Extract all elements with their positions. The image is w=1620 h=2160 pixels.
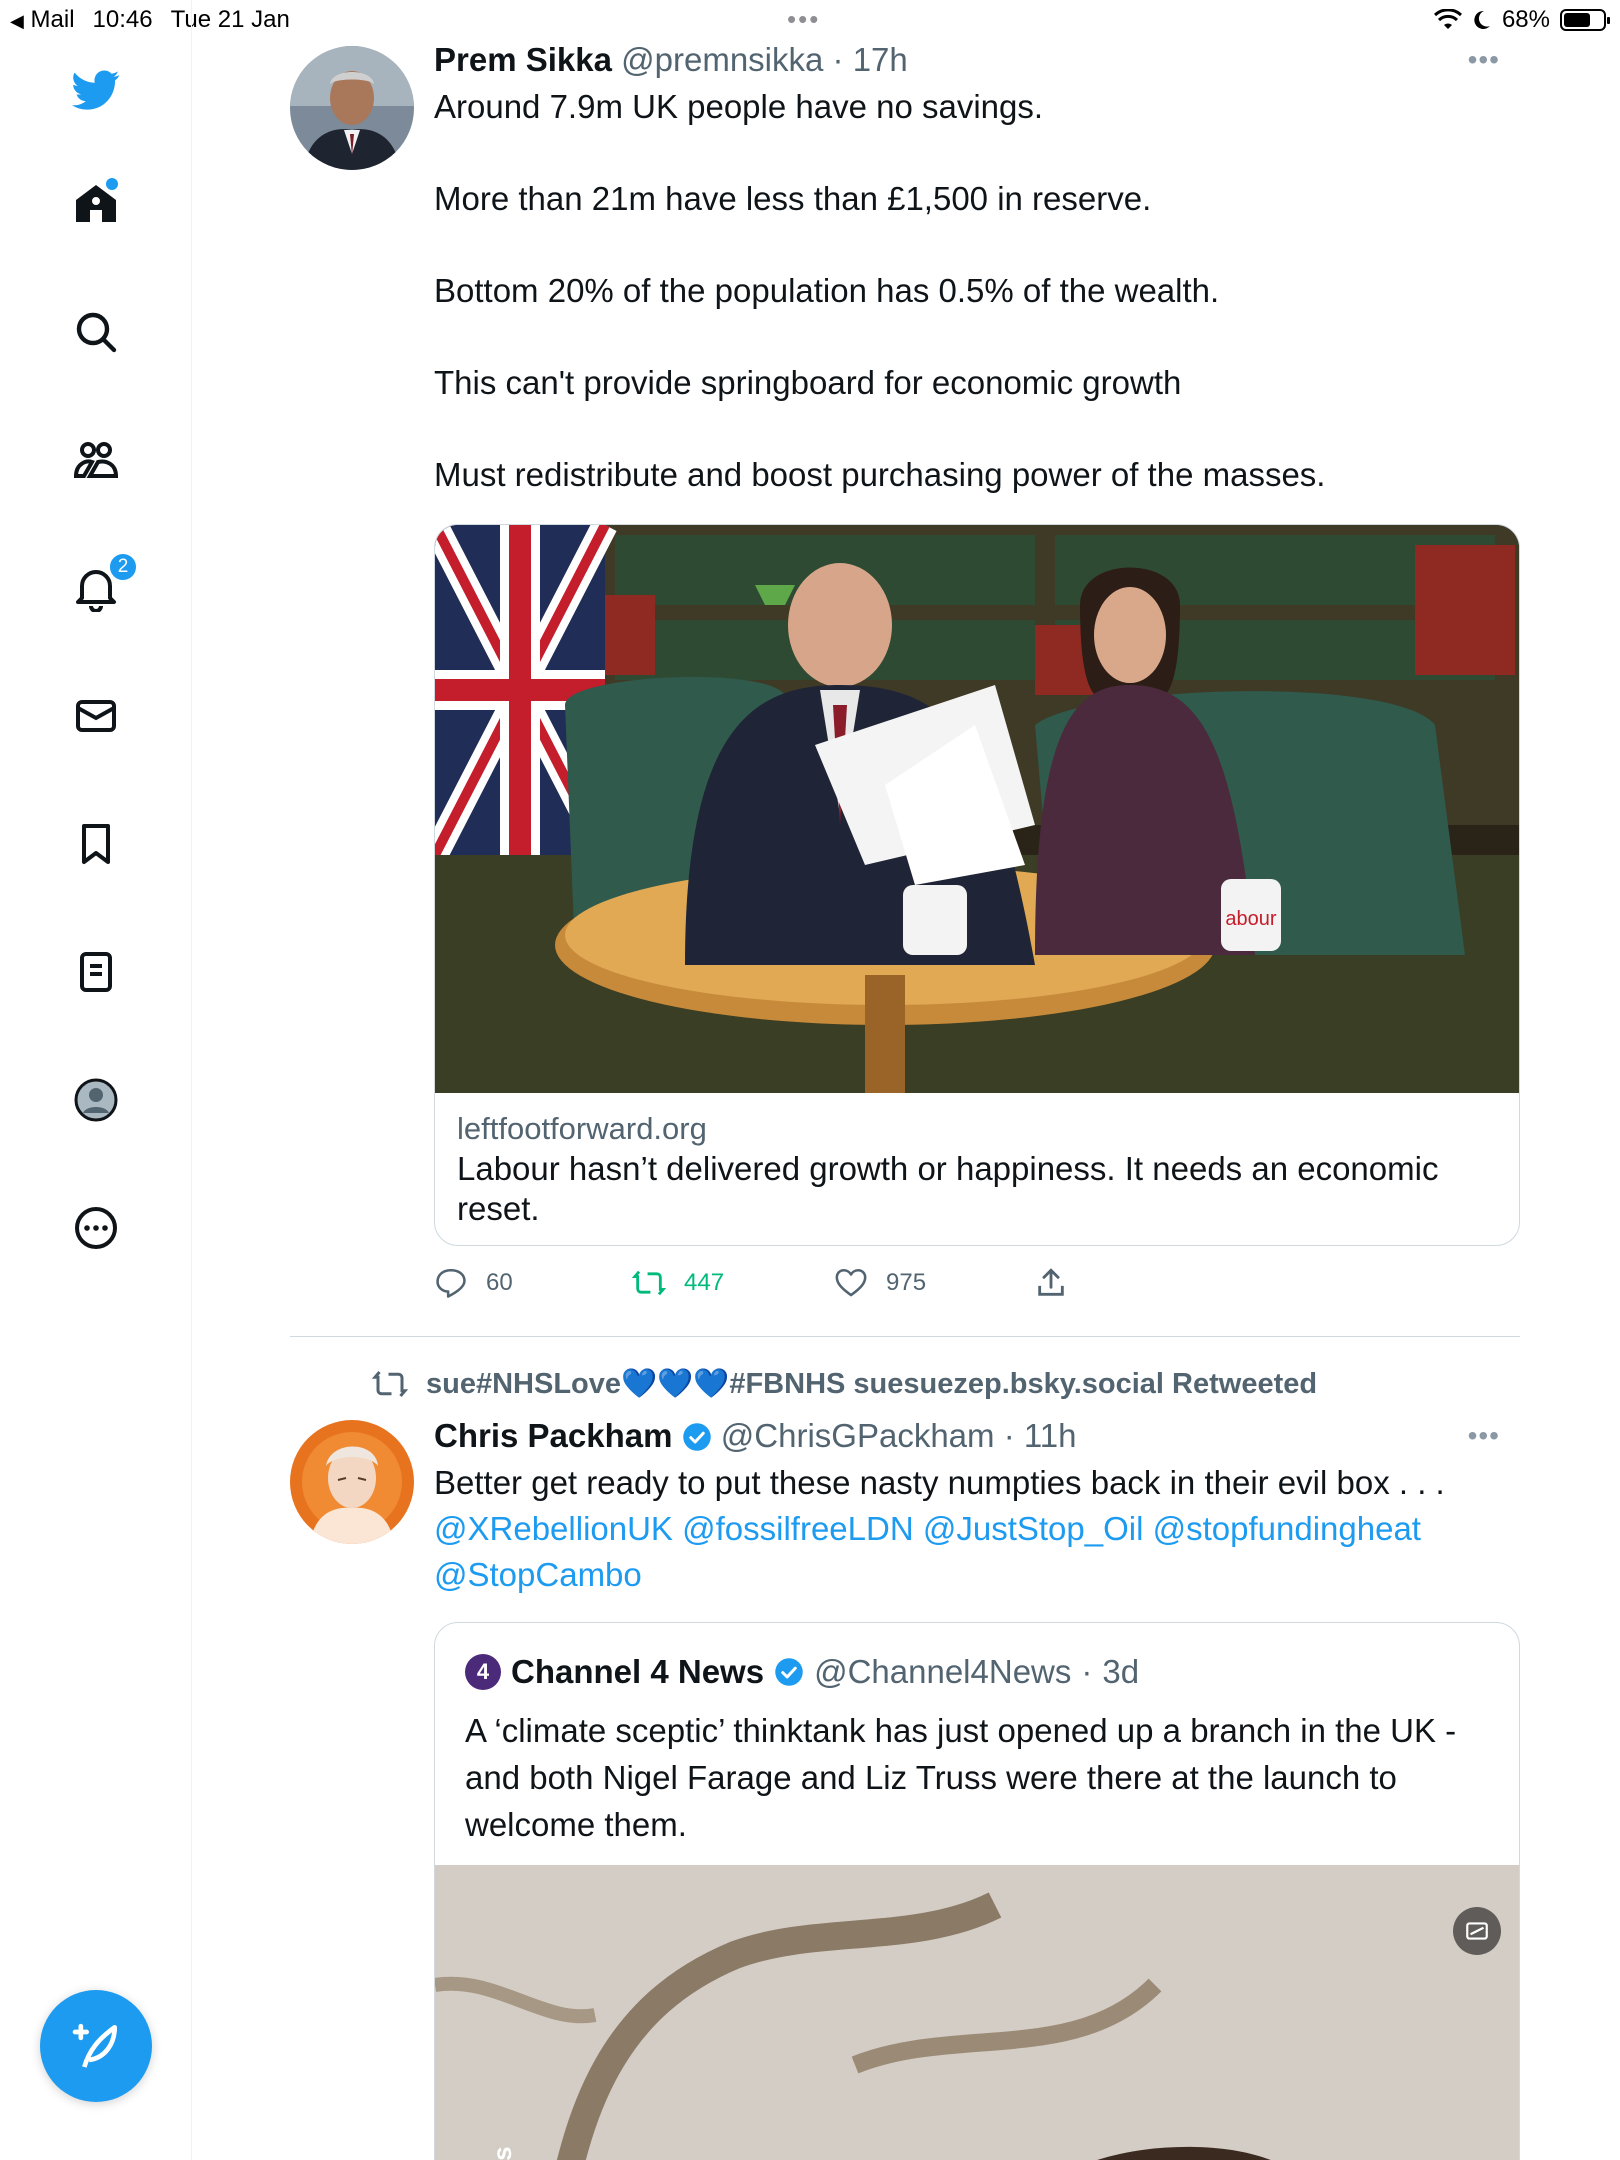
tweet-paragraph: Must redistribute and boost purchasing p… <box>434 456 1326 493</box>
tweet-1-actions: 60 447 975 <box>434 1266 1134 1310</box>
quoted-tweet-text: A ‘climate sceptic’ thinktank has just o… <box>465 1712 1457 1843</box>
home-icon[interactable] <box>60 168 132 240</box>
share-button[interactable] <box>1034 1266 1068 1300</box>
link-card-domain: leftfootforward.org <box>457 1111 707 1146</box>
moon-icon <box>1474 10 1490 29</box>
tweet-paragraph: Bottom 20% of the population has 0.5% of… <box>434 272 1220 309</box>
reply-icon <box>436 1268 466 1298</box>
tweet-mentions[interactable]: @StopCambo <box>434 1552 1520 1598</box>
separator-dot: · <box>1081 1653 1093 1690</box>
more-options-icon[interactable] <box>60 1192 132 1264</box>
channel4-logo: 4 <box>465 1654 501 1690</box>
quoted-author-name: Channel 4 News <box>511 1653 765 1690</box>
share-icon <box>1038 1268 1064 1296</box>
retweet-icon <box>372 1371 408 1397</box>
tweet-divider <box>290 1336 1520 1337</box>
link-card-image[interactable]: abour <box>435 525 1519 1093</box>
wifi-icon <box>1433 9 1462 29</box>
verified-badge-icon <box>682 1423 711 1451</box>
bookmark-icon[interactable] <box>60 808 132 880</box>
quoted-tweet[interactable]: 4 Channel 4 News @Channel4News · 3d A ‘cli… <box>434 1622 1520 2160</box>
profile-avatar-icon[interactable] <box>60 1064 132 1136</box>
link-card[interactable]: abour leftfootforward.org Labour hasn’t … <box>434 524 1520 1246</box>
tweet-1-header: Prem Sikka @premnsikka · 17h ••• <box>434 40 1520 80</box>
tweet-paragraph: More than 21m have less than £1,500 in r… <box>434 180 1152 217</box>
battery-percent: 68% <box>1501 6 1550 33</box>
retweeted-by-text: sue#NHSLove💙💙💙#FBNHS suesuezep.bsky.soci… <box>426 1368 1318 1400</box>
retweeted-by-line[interactable]: sue#NHSLove💙💙💙#FBNHS suesuezep.bsky.soci… <box>372 1366 1317 1402</box>
reply-button[interactable]: 60 <box>434 1266 513 1300</box>
lists-icon[interactable] <box>60 936 132 1008</box>
tweet-text: Better get ready to put these nasty nump… <box>434 1460 1520 1598</box>
search-icon[interactable] <box>60 296 132 368</box>
tweet-text: Around 7.9m UK people have no savings. M… <box>434 84 1520 498</box>
notifications-bell-icon[interactable]: 2 <box>60 552 138 624</box>
reply-count: 60 <box>486 1269 513 1296</box>
tweet-paragraph: Around 7.9m UK people have no savings. <box>434 88 1044 125</box>
tweet-more-icon[interactable]: ••• <box>1468 1416 1500 1456</box>
tweet-paragraph: Better get ready to put these nasty nump… <box>434 1464 1445 1501</box>
quoted-author-handle: @Channel4News <box>814 1653 1072 1690</box>
retweet-button[interactable]: 447 <box>632 1266 724 1300</box>
verified-badge-icon <box>775 1658 803 1686</box>
author-name[interactable]: Prem Sikka <box>434 41 612 78</box>
tweet-2[interactable]: Chris Packham @ChrisGPackham · 11h ••• B… <box>434 1416 1520 1598</box>
separator-dot: · <box>823 41 853 78</box>
author-name[interactable]: Chris Packham <box>434 1417 672 1454</box>
image-description-icon[interactable] <box>1453 1907 1501 1955</box>
image-credit: Images <box>487 2146 518 2160</box>
like-button[interactable]: 975 <box>834 1266 926 1300</box>
retweet-count: 447 <box>684 1269 725 1296</box>
tweet-time[interactable]: 11h <box>1024 1417 1077 1454</box>
author-avatar[interactable] <box>290 46 414 170</box>
compose-feather-icon <box>72 2023 117 2068</box>
tweet-more-icon[interactable]: ••• <box>1468 40 1500 80</box>
link-card-title: Labour hasn’t delivered growth or happin… <box>457 1150 1439 1227</box>
quoted-tweet-image[interactable]: Images <box>435 1865 1519 2160</box>
sidebar: 2 <box>0 0 192 2160</box>
twitter-logo-icon[interactable] <box>60 54 132 126</box>
notification-count-badge: 2 <box>108 552 138 582</box>
tweet-1[interactable]: Prem Sikka @premnsikka · 17h ••• Around … <box>434 40 1520 498</box>
messages-envelope-icon[interactable] <box>60 680 132 752</box>
status-bar: ◀ Mail 10:46 Tue 21 Jan ••• 68% <box>0 0 1620 40</box>
author-handle[interactable]: @ChrisGPackham <box>721 1417 995 1454</box>
like-count: 975 <box>886 1269 927 1296</box>
quoted-tweet-header: 4 Channel 4 News @Channel4News · 3d <box>465 1653 1139 1691</box>
retweet-icon <box>632 1270 666 1296</box>
communities-icon[interactable] <box>60 424 132 496</box>
mug-text: abour <box>1225 908 1276 930</box>
tweet-mentions[interactable]: @XRebellionUK @fossilfreeLDN @JustStop_O… <box>434 1506 1520 1552</box>
tweet-2-header: Chris Packham @ChrisGPackham · 11h ••• <box>434 1416 1520 1456</box>
heart-icon <box>835 1268 867 1297</box>
author-handle[interactable]: @premnsikka <box>621 41 823 78</box>
link-card-meta: leftfootforward.org Labour hasn’t delive… <box>435 1093 1519 1245</box>
separator-dot: · <box>994 1417 1024 1454</box>
home-unread-dot <box>106 178 118 190</box>
multitasking-dots-icon[interactable]: ••• <box>787 4 820 35</box>
battery-icon <box>1560 9 1610 31</box>
quoted-tweet-time: 3d <box>1102 1653 1140 1690</box>
tweet-paragraph: This can't provide springboard for econo… <box>434 364 1182 401</box>
compose-tweet-button[interactable] <box>40 1990 152 2102</box>
author-avatar[interactable] <box>290 1420 414 1544</box>
tweet-time[interactable]: 17h <box>853 41 908 78</box>
